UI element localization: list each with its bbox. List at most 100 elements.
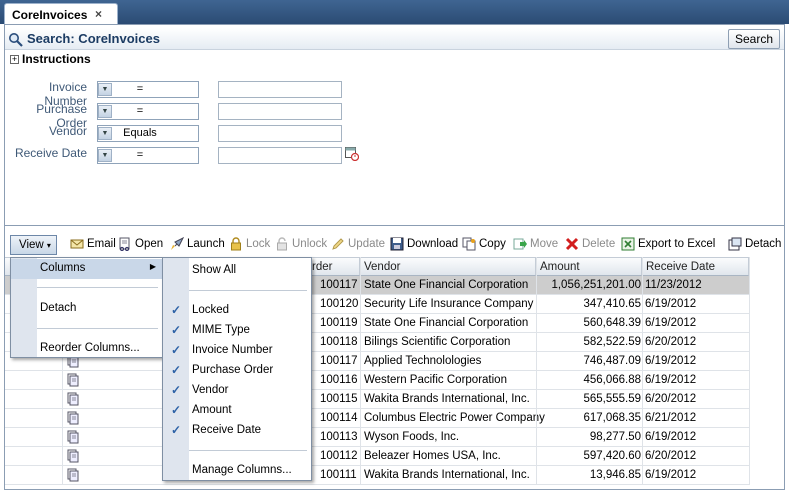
search-icon	[9, 33, 23, 47]
menu-item-columns[interactable]: Columns ▶	[11, 259, 162, 279]
update-label: Update	[348, 238, 386, 250]
receive-date-operator[interactable]: = ▼	[97, 147, 199, 164]
launch-button[interactable]: Launch	[170, 237, 225, 251]
receive-date-label: Receive Date	[14, 146, 87, 160]
delete-x-icon	[565, 237, 579, 251]
menu-item-reorder-columns[interactable]: Reorder Columns...	[11, 339, 162, 359]
amount-cell: 98,277.50	[589, 431, 641, 443]
checkmark-icon: ✓	[171, 383, 182, 397]
menu-item-column-toggle[interactable]: ✓ Vendor	[163, 381, 311, 401]
lock-button[interactable]: Lock	[229, 237, 270, 251]
delete-button[interactable]: Delete	[565, 237, 615, 251]
copy-button[interactable]: Copy	[462, 237, 506, 251]
column-header-vendor[interactable]: Vendor	[360, 257, 536, 276]
purchase-order-cell: 100112	[320, 450, 358, 462]
tab-title: CoreInvoices	[12, 8, 88, 22]
checkmark-icon: ✓	[171, 423, 182, 437]
move-label: Move	[530, 238, 559, 250]
column-toggle-label: Vendor	[192, 384, 229, 396]
tab-bar	[0, 0, 789, 24]
menu-item-column-toggle[interactable]: ✓ Receive Date	[163, 421, 311, 441]
open-button[interactable]: Open	[118, 237, 163, 251]
search-button[interactable]: Search	[728, 29, 780, 49]
menu-item-column-toggle[interactable]: ✓ MIME Type	[163, 321, 311, 341]
table-row[interactable]: 100113 Wyson Foods, Inc. 98,277.50 6/19/201…	[5, 428, 749, 447]
chevron-down-icon: ▼	[98, 105, 112, 118]
amount-cell: 13,946.85	[589, 469, 641, 481]
menu-item-detach[interactable]: Detach	[11, 299, 162, 319]
column-header-receive-date[interactable]: Receive Date	[642, 257, 749, 276]
invoice-number-input[interactable]	[218, 81, 342, 98]
detach-icon	[728, 237, 742, 251]
purchase-order-cell: 100116	[320, 374, 358, 386]
move-button[interactable]: Move	[513, 237, 558, 251]
menu-item-column-toggle[interactable]: ✓ Purchase Order	[163, 361, 311, 381]
document-icon	[67, 373, 79, 387]
amount-cell: 1,056,251,201.00	[551, 279, 641, 291]
calendar-icon[interactable]	[345, 146, 359, 161]
instructions-label: Instructions	[22, 52, 91, 66]
columns-label: Columns	[40, 262, 86, 274]
purchase-order-operator[interactable]: = ▼	[97, 103, 199, 120]
vendor-cell: Wyson Foods, Inc.	[364, 431, 460, 443]
instructions-toggle[interactable]: + Instructions	[10, 52, 91, 66]
menu-separator	[189, 450, 307, 451]
pencil-icon	[332, 238, 344, 250]
purchase-order-input[interactable]	[218, 103, 342, 120]
vendor-cell: Western Pacific Corporation	[364, 374, 507, 386]
open-label: Open	[135, 238, 164, 250]
vendor-cell: State One Financial Corporation	[364, 317, 529, 329]
column-header-amount[interactable]: Amount	[536, 257, 642, 276]
menu-item-manage-columns[interactable]: Manage Columns...	[163, 461, 311, 481]
menu-item-show-all[interactable]: Show All	[163, 261, 311, 281]
view-label: View	[19, 239, 44, 251]
column-divider	[360, 257, 361, 485]
checkmark-icon: ✓	[171, 363, 182, 377]
close-icon[interactable]: ×	[95, 7, 102, 21]
download-button[interactable]: Download	[390, 237, 458, 251]
menu-separator	[37, 287, 158, 288]
column-toggle-label: Locked	[192, 304, 230, 316]
tab-coreinvoices[interactable]: CoreInvoices ×	[4, 3, 118, 25]
amount-cell: 347,410.65	[583, 298, 641, 310]
update-button[interactable]: Update	[331, 237, 385, 251]
rocket-icon	[171, 237, 184, 250]
email-button[interactable]: Email	[70, 237, 116, 251]
table-row[interactable]: 100115 Wakita Brands International, Inc. 5…	[5, 390, 749, 409]
checkmark-icon: ✓	[171, 343, 182, 357]
vendor-operator[interactable]: Equals ▼	[97, 125, 199, 142]
chevron-down-icon: ▾	[46, 241, 51, 250]
purchase-order-header-text: rder	[312, 261, 333, 273]
purchase-order-cell: 100113	[320, 431, 358, 443]
menu-item-column-toggle[interactable]: ✓ Invoice Number	[163, 341, 311, 361]
detach-label: Detach	[745, 238, 782, 250]
checkmark-icon: ✓	[171, 323, 182, 337]
receive-date-input[interactable]	[218, 147, 342, 164]
amount-cell: 565,555.59	[583, 393, 641, 405]
purchase-order-cell: 100117	[320, 279, 358, 291]
excel-icon	[621, 237, 635, 251]
purchase-order-cell: 100111	[320, 469, 357, 481]
receive-date-cell: 6/19/2012	[645, 317, 697, 329]
lock-label: Lock	[246, 238, 271, 250]
amount-cell: 456,066.88	[583, 374, 641, 386]
table-row[interactable]: 100114 Columbus Electric Power Company 617…	[5, 409, 749, 428]
purchase-order-cell: 100114	[320, 412, 358, 424]
invoice-number-operator[interactable]: = ▼	[97, 81, 199, 98]
vendor-cell: Applied Technolologies	[364, 355, 482, 367]
table-row[interactable]: 100112 Beleazer Homes USA, Inc. 597,420.60…	[5, 447, 749, 466]
lock-icon	[231, 237, 241, 251]
document-icon	[67, 392, 79, 406]
table-row[interactable]: 100111 Wakita Brands International, Inc. 1…	[5, 466, 749, 485]
view-menu-button[interactable]: View ▾	[10, 235, 57, 255]
export-excel-button[interactable]: Export to Excel	[621, 237, 715, 251]
menu-item-column-toggle[interactable]: ✓ Amount	[163, 401, 311, 421]
unlock-button[interactable]: Unlock	[275, 237, 327, 251]
table-row[interactable]: 100116 Western Pacific Corporation 456,066…	[5, 371, 749, 390]
launch-label: Launch	[187, 238, 225, 250]
menu-item-column-toggle[interactable]: ✓ Locked	[163, 301, 311, 321]
receive-date-cell: 6/19/2012	[645, 355, 697, 367]
vendor-input[interactable]	[218, 125, 342, 142]
receive-date-cell: 6/19/2012	[645, 298, 697, 310]
detach-button[interactable]: Detach	[728, 237, 781, 251]
